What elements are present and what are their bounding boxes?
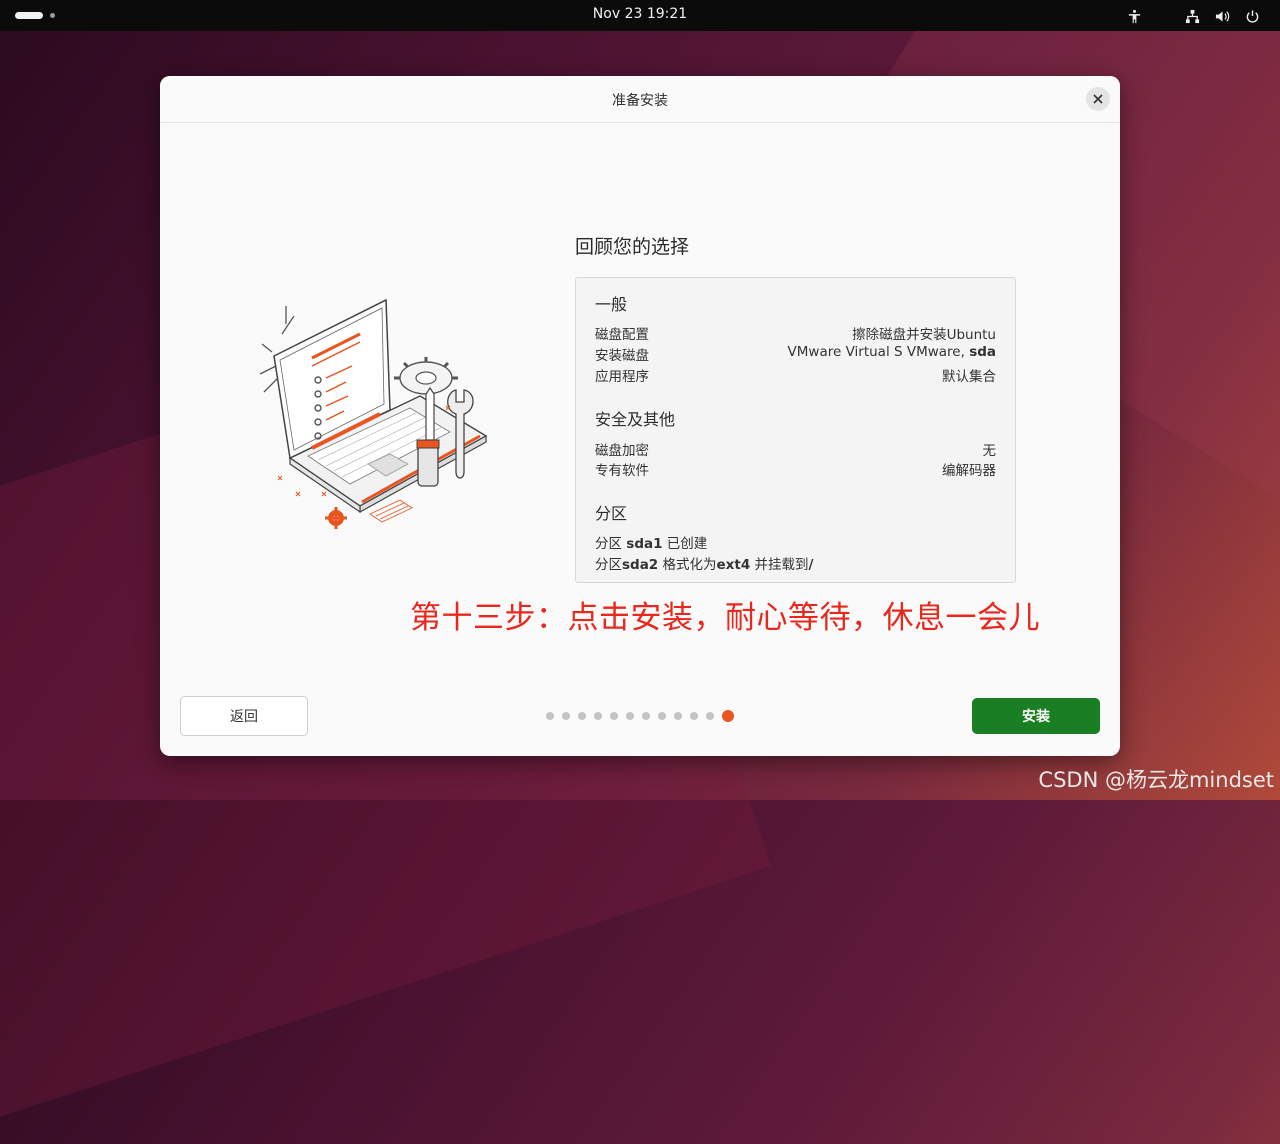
tutorial-annotation: 第十三步：点击安装，耐心等待，休息一会儿	[410, 600, 1040, 636]
progress-dot	[626, 712, 634, 720]
row-label: 应用程序	[595, 369, 649, 385]
progress-dots	[546, 710, 734, 722]
review-summary-box: 一般 磁盘配置 擦除磁盘并安装Ubuntu 安装磁盘 VMware Virtua…	[575, 277, 1016, 583]
install-dialog: 准备安装 回顾您的选择 一般 磁盘配置 擦除磁盘并安装Ubuntu 安装磁盘 V…	[160, 76, 1120, 756]
power-icon[interactable]	[1240, 6, 1264, 26]
row-value: 无	[982, 443, 997, 459]
progress-dot	[706, 712, 714, 720]
progress-dot	[578, 712, 586, 720]
system-tray[interactable]	[1116, 6, 1264, 26]
row-value: 擦除磁盘并安装Ubuntu	[852, 327, 996, 343]
progress-dot	[642, 712, 650, 720]
progress-dot	[658, 712, 666, 720]
row-label: 磁盘加密	[595, 443, 649, 459]
back-button[interactable]: 返回	[180, 696, 308, 736]
summary-row: 应用程序 默认集合	[595, 365, 996, 385]
progress-dot	[546, 712, 554, 720]
general-section-heading: 一般	[595, 295, 628, 314]
partition-section-heading: 分区	[595, 504, 628, 523]
top-bar: Nov 23 19:21	[0, 0, 1280, 31]
install-button[interactable]: 安装	[972, 698, 1100, 734]
row-value: 编解码器	[942, 463, 996, 479]
dialog-title: 准备安装	[612, 93, 668, 109]
volume-icon[interactable]	[1210, 6, 1234, 26]
row-label: 专有软件	[595, 463, 649, 479]
row-value: 默认集合	[942, 369, 996, 385]
row-label: 磁盘配置	[595, 327, 649, 343]
progress-dot-current	[722, 710, 734, 722]
summary-row: 磁盘加密 无	[595, 439, 996, 459]
close-icon	[1093, 94, 1103, 104]
network-icon[interactable]	[1180, 6, 1204, 26]
progress-dot	[674, 712, 682, 720]
progress-dot	[594, 712, 602, 720]
dialog-header: 准备安装	[160, 76, 1120, 123]
summary-row: 安装磁盘 VMware Virtual S VMware, sda	[595, 344, 996, 364]
watermark: CSDN @杨云龙mindset	[1038, 768, 1274, 792]
progress-dot	[690, 712, 698, 720]
close-button[interactable]	[1086, 87, 1110, 111]
review-heading: 回顾您的选择	[575, 236, 690, 258]
partition-line: 分区sda2 格式化为ext4 并挂载到/	[595, 557, 814, 573]
row-value: VMware Virtual S VMware, sda	[787, 344, 996, 360]
partition-line: 分区 sda1 已创建	[595, 536, 708, 552]
progress-dot	[610, 712, 618, 720]
progress-dot	[562, 712, 570, 720]
summary-row: 专有软件 编解码器	[595, 459, 996, 479]
summary-row: 磁盘配置 擦除磁盘并安装Ubuntu	[595, 323, 996, 343]
security-section-heading: 安全及其他	[595, 410, 676, 429]
row-label: 安装磁盘	[595, 348, 649, 364]
laptop-tools-illustration	[259, 298, 488, 529]
accessibility-icon[interactable]	[1122, 6, 1146, 26]
clock[interactable]: Nov 23 19:21	[0, 6, 1280, 22]
